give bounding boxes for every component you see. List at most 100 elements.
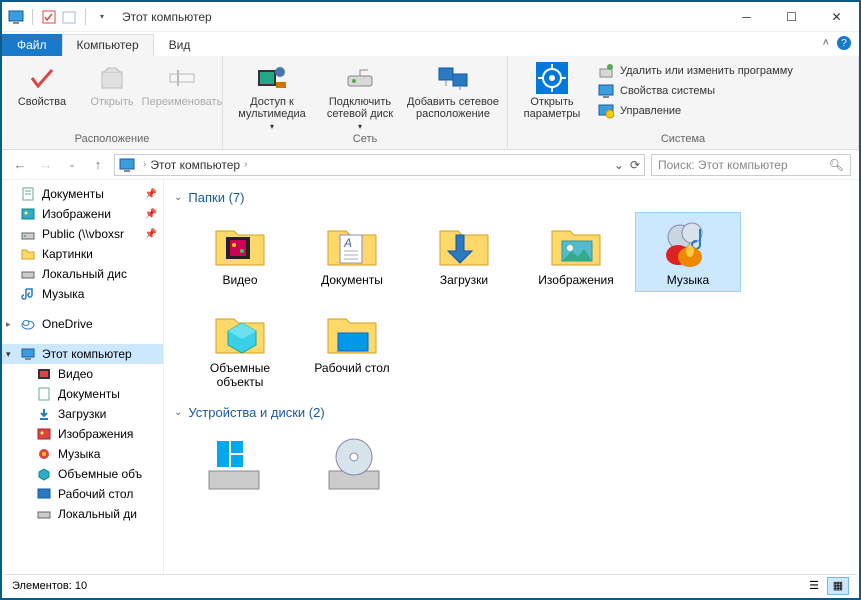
breadcrumb-item[interactable]: Этот компьютер bbox=[150, 158, 240, 172]
close-button[interactable]: ✕ bbox=[814, 3, 859, 31]
checkmark-icon bbox=[26, 62, 58, 94]
computer-icon bbox=[20, 346, 36, 362]
drive-item[interactable] bbox=[314, 428, 394, 498]
collapse-icon[interactable]: ⌄ bbox=[174, 407, 182, 418]
3d-folder-icon bbox=[208, 305, 272, 361]
ribbon: Свойства Открыть Переименовать Расположе… bbox=[2, 56, 859, 150]
tree-item[interactable]: Изображени📌 bbox=[2, 204, 163, 224]
open-icon bbox=[96, 62, 128, 94]
properties-button[interactable]: Свойства bbox=[10, 60, 74, 108]
3d-icon bbox=[36, 466, 52, 482]
maximize-button[interactable]: ☐ bbox=[769, 3, 814, 31]
map-drive-button[interactable]: Подключить сетевой диск▾ bbox=[319, 60, 401, 131]
folder-item-music[interactable]: Музыка bbox=[636, 213, 740, 291]
document-icon bbox=[20, 186, 36, 202]
qat-dropdown-icon[interactable]: ▾ bbox=[94, 9, 110, 25]
pin-icon: 📌 bbox=[145, 229, 157, 240]
desktop-icon bbox=[36, 486, 52, 502]
folder-item-3d[interactable]: Объемные объекты bbox=[188, 301, 292, 393]
rename-button: Переименовать bbox=[150, 60, 214, 108]
status-bar: Элементов: 10 ☰ ▦ bbox=[4, 574, 857, 596]
minimize-button[interactable]: ─ bbox=[724, 3, 769, 31]
system-properties-button[interactable]: Свойства системы bbox=[594, 82, 797, 100]
folder-icon bbox=[20, 246, 36, 262]
properties-icon[interactable] bbox=[41, 9, 57, 25]
folder-item-downloads[interactable]: Загрузки bbox=[412, 213, 516, 291]
ribbon-collapse-icon[interactable]: ˄ bbox=[823, 37, 829, 49]
tab-computer[interactable]: Компьютер bbox=[62, 34, 154, 56]
tree-item[interactable]: Музыка bbox=[2, 284, 163, 304]
settings-icon bbox=[536, 62, 568, 94]
help-icon[interactable]: ? bbox=[837, 36, 851, 50]
onedrive-icon bbox=[20, 316, 36, 332]
tree-item[interactable]: Локальный дис bbox=[2, 264, 163, 284]
navigation-tree[interactable]: Документы📌 Изображени📌 Public (\\vboxsr📌… bbox=[2, 180, 164, 578]
drive-item[interactable] bbox=[194, 428, 274, 498]
tree-item[interactable]: Локальный ди bbox=[2, 504, 163, 524]
chevron-right-icon[interactable]: › bbox=[143, 159, 146, 170]
uninstall-icon bbox=[598, 63, 614, 79]
folder-item-desktop[interactable]: Рабочий стол bbox=[300, 301, 404, 393]
computer-icon bbox=[8, 9, 24, 25]
manage-icon bbox=[598, 103, 614, 119]
icons-view-button[interactable]: ▦ bbox=[827, 577, 849, 595]
chevron-right-icon[interactable]: › bbox=[244, 159, 247, 170]
devices-section-header[interactable]: ⌄ Устройства и диски (2) bbox=[174, 405, 849, 420]
details-view-button[interactable]: ☰ bbox=[803, 577, 825, 595]
tree-item[interactable]: Музыка bbox=[2, 444, 163, 464]
quick-access-toolbar: ▾ bbox=[2, 9, 116, 25]
content-pane[interactable]: ⌄ Папки (7) Видео A Документы Загрузки И bbox=[164, 180, 859, 578]
media-icon bbox=[256, 62, 288, 94]
titlebar: ▾ Этот компьютер ─ ☐ ✕ bbox=[2, 2, 859, 32]
recent-dropdown[interactable]: ⌄ bbox=[62, 155, 82, 175]
forward-button[interactable]: → bbox=[36, 155, 56, 175]
desktop-folder-icon bbox=[320, 305, 384, 361]
add-network-location-button[interactable]: Добавить сетевое расположение bbox=[407, 60, 499, 120]
tree-item[interactable]: Видео bbox=[2, 364, 163, 384]
collapse-icon[interactable]: ▾ bbox=[6, 349, 11, 360]
tree-item[interactable]: Картинки bbox=[2, 244, 163, 264]
folder-item-video[interactable]: Видео bbox=[188, 213, 292, 291]
new-folder-icon[interactable] bbox=[61, 9, 77, 25]
computer-icon bbox=[119, 157, 135, 173]
folder-item-documents[interactable]: A Документы bbox=[300, 213, 404, 291]
uninstall-programs-button[interactable]: Удалить или изменить программу bbox=[594, 62, 797, 80]
tree-item[interactable]: Public (\\vboxsr📌 bbox=[2, 224, 163, 244]
images-folder-icon bbox=[544, 217, 608, 273]
tree-item[interactable]: Рабочий стол bbox=[2, 484, 163, 504]
address-bar: ← → ⌄ ↑ › Этот компьютер › ⌄ ⟳ Поиск: Эт… bbox=[2, 150, 859, 180]
expand-icon[interactable]: ▸ bbox=[6, 319, 11, 330]
manage-button[interactable]: Управление bbox=[594, 102, 797, 120]
tree-item-thispc[interactable]: ▾Этот компьютер bbox=[2, 344, 163, 364]
tree-item[interactable]: Загрузки bbox=[2, 404, 163, 424]
image-icon bbox=[36, 426, 52, 442]
tree-item[interactable]: Документы📌 bbox=[2, 184, 163, 204]
document-icon bbox=[36, 386, 52, 402]
refresh-button[interactable]: ⟳ bbox=[630, 158, 640, 172]
up-button[interactable]: ↑ bbox=[88, 155, 108, 175]
rename-icon bbox=[166, 62, 198, 94]
search-input[interactable]: Поиск: Этот компьютер 🔍︎ bbox=[651, 154, 851, 176]
folders-section-header[interactable]: ⌄ Папки (7) bbox=[174, 190, 849, 205]
tree-item-onedrive[interactable]: ▸OneDrive bbox=[2, 314, 163, 334]
address-dropdown-icon[interactable]: ⌄ bbox=[614, 158, 624, 172]
music-icon bbox=[20, 286, 36, 302]
back-button[interactable]: ← bbox=[10, 155, 30, 175]
video-icon bbox=[36, 366, 52, 382]
folder-item-images[interactable]: Изображения bbox=[524, 213, 628, 291]
tree-item[interactable]: Объемные объ bbox=[2, 464, 163, 484]
tab-file[interactable]: Файл bbox=[2, 34, 62, 56]
ribbon-tabs: Файл Компьютер Вид ˄ ? bbox=[2, 32, 859, 56]
tree-item[interactable]: Документы bbox=[2, 384, 163, 404]
windows-drive-icon bbox=[199, 433, 269, 493]
media-access-button[interactable]: Доступ к мультимедиа▾ bbox=[231, 60, 313, 131]
network-drive-icon bbox=[344, 62, 376, 94]
collapse-icon[interactable]: ⌄ bbox=[174, 192, 182, 203]
address-path[interactable]: › Этот компьютер › ⌄ ⟳ bbox=[114, 154, 645, 176]
folders-grid: Видео A Документы Загрузки Изображения М… bbox=[188, 213, 849, 393]
network-location-icon bbox=[437, 62, 469, 94]
tab-view[interactable]: Вид bbox=[154, 34, 206, 56]
tree-item[interactable]: Изображения bbox=[2, 424, 163, 444]
open-settings-button[interactable]: Открыть параметры bbox=[516, 60, 588, 120]
ribbon-group-system: Открыть параметры Удалить или изменить п… bbox=[508, 56, 859, 149]
